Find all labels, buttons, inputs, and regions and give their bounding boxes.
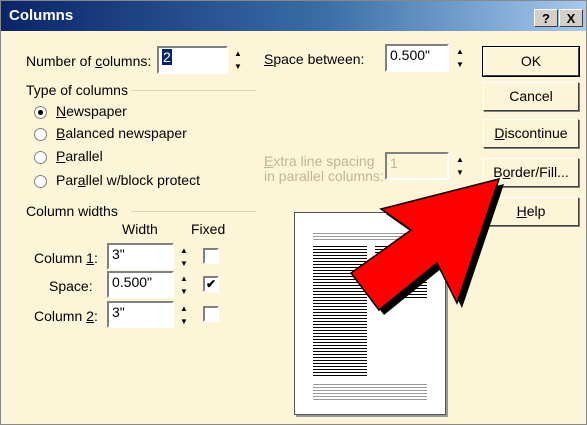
columns-dialog: Columns ? X Number of columns: 2 ▲ ▼ Spac…: [0, 0, 587, 425]
red-arrow-pointer-icon: [349, 177, 504, 315]
